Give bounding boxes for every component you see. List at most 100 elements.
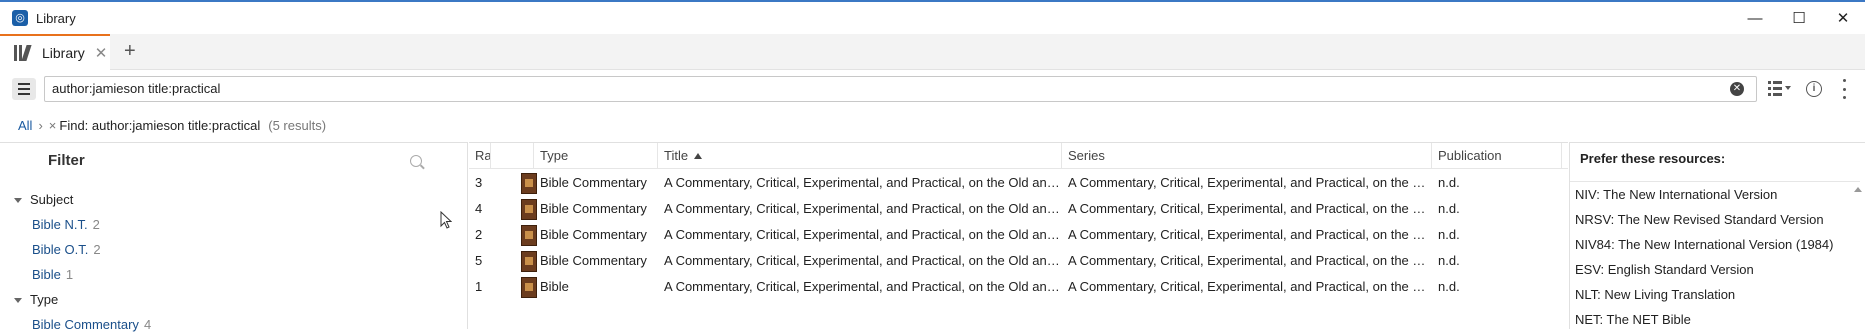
- cell-series: A Commentary, Critical, Experimental, an…: [1068, 253, 1432, 268]
- tab-bar: Library ✕ +: [0, 34, 1865, 70]
- mouse-cursor-icon: [440, 211, 452, 229]
- cell-series: A Commentary, Critical, Experimental, an…: [1068, 227, 1432, 242]
- filter-title: Filter: [48, 152, 85, 169]
- table-header: Ra Type Title Series Publication: [469, 143, 1568, 169]
- cell-title: A Commentary, Critical, Experimental, an…: [664, 201, 1062, 216]
- tab-close-icon[interactable]: ✕: [95, 44, 108, 62]
- cell-publication: n.d.: [1438, 279, 1460, 294]
- books-icon: [14, 45, 36, 61]
- filter-panel: Filter Subject Bible N.T. 2 Bible O.T. 2 B…: [0, 142, 468, 332]
- info-icon[interactable]: i: [1806, 81, 1822, 97]
- cell-type: Bible Commentary: [540, 201, 647, 216]
- filter-item-count: 2: [93, 242, 101, 257]
- tab-library[interactable]: Library ✕: [0, 34, 110, 70]
- filter-item-count: 4: [143, 317, 152, 332]
- book-cover-icon: [521, 277, 537, 298]
- breadcrumb-find: Find: author:jamieson title:practical: [59, 117, 261, 133]
- cell-title: A Commentary, Critical, Experimental, an…: [664, 279, 1062, 294]
- book-cover-icon: [521, 199, 537, 220]
- cell-rating: 5: [475, 253, 483, 268]
- column-header-series[interactable]: Series: [1062, 143, 1432, 169]
- filter-item-name: Bible N.T.: [32, 217, 88, 232]
- table-row[interactable]: 3 Bible Commentary A Commentary, Critical,…: [469, 170, 1568, 196]
- filter-item[interactable]: Bible N.T. 2: [32, 217, 100, 232]
- prefer-item[interactable]: NRSV: The New Revised Standard Version: [1570, 207, 1860, 232]
- prefer-item[interactable]: NET: The NET Bible: [1570, 307, 1860, 332]
- column-header-publication[interactable]: Publication: [1432, 143, 1562, 169]
- breadcrumb: All › × Find: author:jamieson title:prac…: [0, 108, 1865, 142]
- window-controls: — ☐ ✕: [1733, 2, 1865, 34]
- prefer-title: Prefer these resources:: [1580, 151, 1726, 166]
- collapse-caret-icon: [14, 198, 22, 204]
- more-options-icon[interactable]: [1843, 79, 1847, 99]
- cell-title: A Commentary, Critical, Experimental, an…: [664, 175, 1062, 190]
- filter-item-name: Bible: [32, 267, 61, 282]
- filter-item-count: 2: [92, 217, 100, 232]
- filter-item[interactable]: Bible 1: [32, 267, 73, 282]
- clear-search-icon[interactable]: ✕: [1730, 82, 1744, 96]
- result-count: (5 results): [268, 117, 327, 133]
- table-row[interactable]: 1 Bible A Commentary, Critical, Experiment…: [469, 274, 1568, 300]
- search-query: author:jamieson title:practical: [52, 81, 221, 96]
- prefer-list: NIV: The New International Version NRSV:…: [1570, 181, 1860, 332]
- column-header-title[interactable]: Title: [658, 143, 1062, 169]
- filter-search-icon[interactable]: [410, 155, 422, 167]
- view-options-icon[interactable]: [1768, 81, 1792, 97]
- filter-group-label: Type: [30, 292, 59, 307]
- prefer-item[interactable]: NLT: New Living Translation: [1570, 282, 1860, 307]
- breadcrumb-all-link[interactable]: All: [18, 118, 32, 133]
- cell-rating: 3: [475, 175, 483, 190]
- book-cover-icon: [521, 225, 537, 246]
- filter-group-label: Subject: [30, 192, 74, 207]
- filter-item-name: Bible O.T.: [32, 242, 89, 257]
- new-tab-button[interactable]: +: [124, 40, 136, 63]
- filter-item[interactable]: Bible Commentary 4: [32, 317, 151, 332]
- cell-publication: n.d.: [1438, 201, 1460, 216]
- book-cover-icon: [521, 173, 537, 194]
- search-input[interactable]: author:jamieson title:practical ✕: [44, 76, 1757, 102]
- prefer-resources-panel: Prefer these resources: NIV: The New Int…: [1569, 142, 1865, 329]
- breadcrumb-separator: ›: [38, 117, 43, 133]
- filter-item[interactable]: Bible O.T. 2: [32, 242, 101, 257]
- cell-publication: n.d.: [1438, 253, 1460, 268]
- hamburger-menu-button[interactable]: [12, 78, 36, 100]
- sort-ascending-icon: [694, 153, 703, 159]
- prefer-item[interactable]: NIV84: The New International Version (19…: [1570, 232, 1860, 257]
- filter-group-type[interactable]: Type: [14, 292, 58, 307]
- cell-rating: 1: [475, 279, 483, 294]
- maximize-button[interactable]: ☐: [1777, 2, 1821, 34]
- cell-series: A Commentary, Critical, Experimental, an…: [1068, 201, 1432, 216]
- cell-title: A Commentary, Critical, Experimental, an…: [664, 227, 1062, 242]
- prefer-item[interactable]: ESV: English Standard Version: [1570, 257, 1860, 282]
- column-header-type[interactable]: Type: [534, 143, 658, 169]
- cell-type: Bible Commentary: [540, 175, 647, 190]
- table-row[interactable]: 4 Bible Commentary A Commentary, Critical,…: [469, 196, 1568, 222]
- cell-series: A Commentary, Critical, Experimental, an…: [1068, 175, 1432, 190]
- window-title: Library: [36, 10, 76, 26]
- app-logo-icon: ◎: [12, 10, 28, 26]
- filter-item-count: 1: [65, 267, 74, 282]
- cell-rating: 2: [475, 227, 483, 242]
- table-row[interactable]: 2 Bible Commentary A Commentary, Critical,…: [469, 222, 1568, 248]
- cell-type: Bible Commentary: [540, 253, 647, 268]
- column-header-title-label: Title: [664, 148, 689, 163]
- column-header-cover[interactable]: [491, 143, 534, 169]
- cell-rating: 4: [475, 201, 483, 216]
- results-table: Ra Type Title Series Publication 3 Bible …: [469, 142, 1568, 329]
- toolbar: author:jamieson title:practical ✕ i: [0, 70, 1865, 108]
- tab-label: Library: [42, 45, 85, 61]
- title-bar: ◎ Library — ☐ ✕: [0, 0, 1865, 34]
- column-header-rating[interactable]: Ra: [469, 143, 491, 169]
- cell-series: A Commentary, Critical, Experimental, an…: [1068, 279, 1432, 294]
- filter-group-subject[interactable]: Subject: [14, 192, 73, 207]
- close-window-button[interactable]: ✕: [1821, 2, 1865, 34]
- book-cover-icon: [521, 251, 537, 272]
- cell-type: Bible Commentary: [540, 227, 647, 242]
- minimize-button[interactable]: —: [1733, 2, 1777, 34]
- table-row[interactable]: 5 Bible Commentary A Commentary, Critical,…: [469, 248, 1568, 274]
- cell-publication: n.d.: [1438, 227, 1460, 242]
- cell-publication: n.d.: [1438, 175, 1460, 190]
- prefer-item[interactable]: NIV: The New International Version: [1570, 182, 1860, 207]
- remove-filter-icon[interactable]: ×: [49, 118, 57, 133]
- cell-type: Bible: [540, 279, 569, 294]
